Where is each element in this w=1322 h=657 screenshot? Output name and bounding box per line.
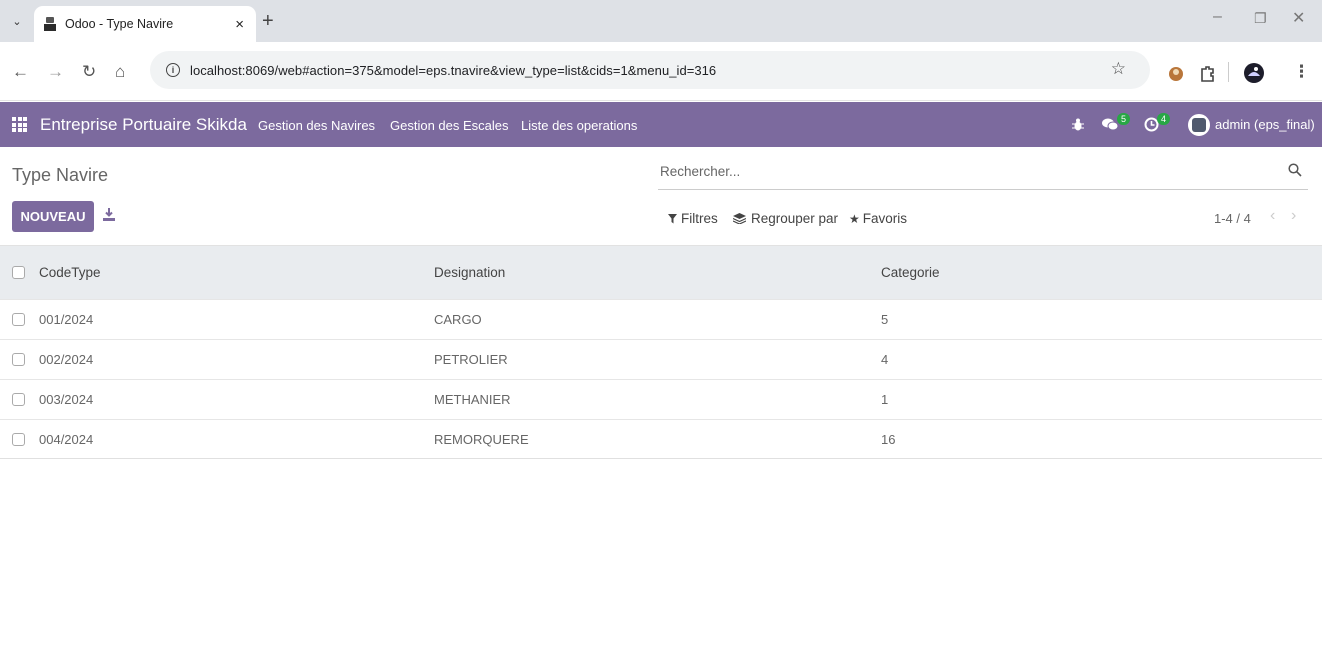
table-row[interactable]: 004/2024 REMORQUERE 16: [0, 419, 1322, 459]
browser-toolbar: ← → ↻ ⌂ i localhost:8069/web#action=375&…: [0, 42, 1322, 101]
list-view: CodeType Designation Categorie 001/2024 …: [0, 245, 1322, 459]
home-icon[interactable]: ⌂: [115, 63, 125, 80]
extension-cookie-icon[interactable]: [1168, 66, 1184, 82]
row-checkbox[interactable]: [12, 433, 25, 446]
search-bar: [658, 157, 1308, 190]
odoo-navbar: Entreprise Portuaire Skikda Gestion des …: [0, 102, 1322, 147]
browser-tab-strip: ⌄ Odoo - Type Navire × + – ❐ ✕: [0, 0, 1322, 42]
pager-previous-icon[interactable]: ‹: [1270, 207, 1275, 225]
table-row[interactable]: 001/2024 CARGO 5: [0, 299, 1322, 339]
reload-icon[interactable]: ↻: [82, 63, 96, 80]
tab-search-icon[interactable]: ⌄: [8, 12, 26, 30]
column-header-categorie[interactable]: Categorie: [881, 265, 940, 280]
pager-next-icon[interactable]: ›: [1291, 207, 1296, 225]
restore-icon[interactable]: ❐: [1254, 10, 1267, 27]
row-checkbox[interactable]: [12, 313, 25, 326]
browser-tab[interactable]: Odoo - Type Navire ×: [34, 6, 256, 42]
table-header: CodeType Designation Categorie: [0, 245, 1322, 299]
user-menu[interactable]: admin (eps_final): [1188, 102, 1315, 147]
activities-count-badge: 4: [1157, 112, 1171, 125]
download-icon[interactable]: [103, 208, 115, 222]
user-avatar: [1188, 113, 1210, 136]
tab-title: Odoo - Type Navire: [65, 17, 174, 31]
site-info-icon[interactable]: i: [166, 63, 180, 77]
groupby-label: Regrouper par: [751, 211, 839, 226]
messages-count-badge: 5: [1117, 112, 1131, 125]
activities-icon[interactable]: 4: [1144, 102, 1171, 147]
app-brand[interactable]: Entreprise Portuaire Skikda: [40, 115, 247, 135]
column-header-designation[interactable]: Designation: [434, 265, 505, 280]
cell-categorie: 16: [881, 432, 896, 447]
pager-value[interactable]: 1-4 / 4: [1214, 211, 1251, 226]
browser-menu-icon[interactable]: ⋮: [1293, 63, 1310, 80]
address-bar[interactable]: i localhost:8069/web#action=375&model=ep…: [150, 51, 1150, 89]
table-row[interactable]: 002/2024 PETROLIER 4: [0, 339, 1322, 379]
menu-liste-operations[interactable]: Liste des operations: [521, 118, 637, 133]
messages-icon[interactable]: 5: [1101, 102, 1131, 147]
filter-icon: [668, 213, 677, 223]
search-icon[interactable]: [1288, 163, 1302, 177]
menu-gestion-navires[interactable]: Gestion des Navires: [258, 118, 375, 133]
star-icon: ★: [849, 211, 860, 226]
favorites-label: Favoris: [862, 211, 908, 226]
filters-button[interactable]: Filtres: [668, 211, 718, 226]
row-checkbox[interactable]: [12, 353, 25, 366]
bookmark-star-icon[interactable]: ☆: [1111, 59, 1126, 79]
new-tab-button[interactable]: +: [262, 10, 274, 33]
groupby-button[interactable]: Regrouper par: [733, 211, 838, 226]
search-input[interactable]: [660, 164, 1260, 179]
odoo-favicon-icon: [44, 17, 56, 31]
column-header-codetype[interactable]: CodeType: [39, 265, 101, 280]
cell-designation: PETROLIER: [434, 352, 508, 367]
filters-label: Filtres: [681, 211, 718, 226]
cell-categorie: 1: [881, 392, 889, 407]
apps-menu-icon[interactable]: [12, 117, 27, 132]
cell-codetype: 003/2024: [39, 392, 94, 407]
favorites-button[interactable]: ★ Favoris: [849, 211, 907, 226]
minimize-icon[interactable]: –: [1213, 8, 1222, 26]
forward-icon[interactable]: →: [47, 63, 64, 80]
cell-designation: METHANIER: [434, 392, 511, 407]
cell-codetype: 001/2024: [39, 312, 94, 327]
profile-avatar[interactable]: [1244, 63, 1264, 83]
layers-icon: [733, 213, 746, 224]
tab-close-icon[interactable]: ×: [235, 16, 244, 33]
new-button[interactable]: NOUVEAU: [12, 201, 94, 232]
cell-codetype: 004/2024: [39, 432, 94, 447]
cell-codetype: 002/2024: [39, 352, 94, 367]
back-icon[interactable]: ←: [12, 63, 29, 80]
toolbar-divider: [1228, 62, 1229, 82]
close-window-icon[interactable]: ✕: [1292, 8, 1305, 28]
select-all-checkbox[interactable]: [12, 266, 25, 279]
cell-designation: REMORQUERE: [434, 432, 529, 447]
extensions-puzzle-icon[interactable]: [1199, 65, 1215, 83]
cell-designation: CARGO: [434, 312, 482, 327]
debug-icon[interactable]: [1072, 102, 1084, 147]
url-text[interactable]: localhost:8069/web#action=375&model=eps.…: [190, 63, 716, 78]
breadcrumb: Type Navire: [12, 165, 109, 185]
menu-gestion-escales[interactable]: Gestion des Escales: [390, 118, 509, 133]
cell-categorie: 4: [881, 352, 889, 367]
row-checkbox[interactable]: [12, 393, 25, 406]
table-row[interactable]: 003/2024 METHANIER 1: [0, 379, 1322, 419]
user-name: admin (eps_final): [1215, 117, 1315, 132]
cell-categorie: 5: [881, 312, 889, 327]
